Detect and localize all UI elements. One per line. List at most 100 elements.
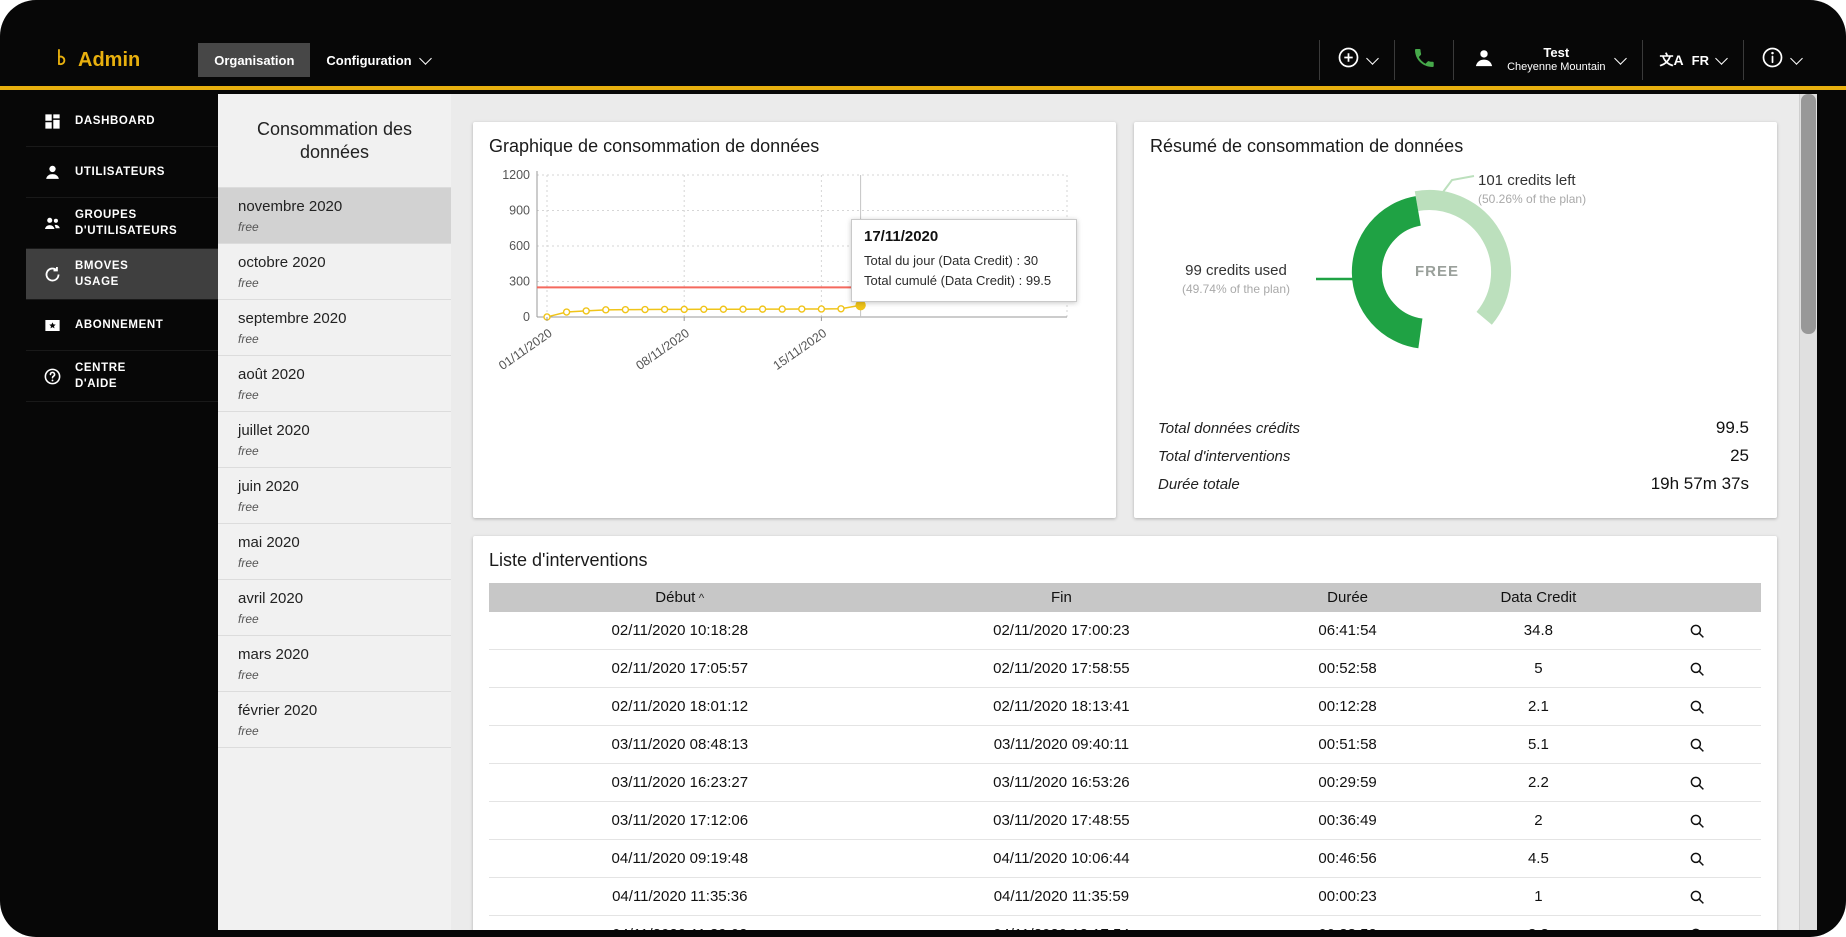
intervention-cell: 00:12:28 [1252, 687, 1443, 726]
intervention-cell: 03/11/2020 16:53:26 [870, 763, 1253, 802]
month-plan: free [238, 219, 259, 234]
consumption-chart-card: Graphique de consommation de données 0 30… [473, 122, 1116, 518]
intervention-row: 02/11/2020 17:05:57 02/11/2020 17:58:55 00… [489, 649, 1761, 688]
column-header[interactable]: Fin [870, 583, 1253, 612]
credits-left-label: 101 credits left (50.26% of the plan) [1478, 172, 1586, 206]
add-menu-button[interactable] [1319, 40, 1394, 80]
month-label: mai 2020 [238, 533, 300, 551]
intervention-cell: 04/11/2020 09:19:48 [489, 839, 871, 878]
topbar: Admin Organisation Configuration Test Ch… [0, 0, 1846, 90]
intervention-cell: 02/11/2020 17:00:23 [870, 612, 1253, 650]
tab-organisation[interactable]: Organisation [198, 43, 311, 77]
summary-total-row: Total d'interventions 25 [1158, 446, 1749, 466]
intervention-cell: 5.1 [1442, 725, 1634, 764]
svg-text:600: 600 [509, 239, 530, 253]
view-intervention-button[interactable] [1633, 649, 1761, 688]
summary-total-label: Total données crédits [1158, 420, 1301, 437]
vertical-scrollbar[interactable] [1799, 94, 1817, 930]
column-header[interactable]: Data Credit [1442, 583, 1634, 612]
chevron-down-icon [1715, 51, 1728, 65]
intervention-cell: 00:38:52 [1252, 915, 1443, 930]
intervention-row: 03/11/2020 08:48:13 03/11/2020 09:40:11 00… [489, 725, 1761, 764]
month-item[interactable]: octobre 2020 free [218, 244, 451, 300]
sidebar-item-groupes-utilisateurs[interactable]: GROUPES D'UTILISATEURS [26, 198, 218, 249]
month-plan: free [238, 723, 259, 738]
month-label: août 2020 [238, 365, 305, 383]
column-header[interactable] [1633, 583, 1761, 612]
column-header[interactable]: Début ^ [489, 583, 871, 612]
view-intervention-button[interactable] [1633, 915, 1761, 930]
sort-asc-icon: ^ [695, 591, 705, 605]
month-label: juillet 2020 [238, 421, 310, 439]
main-content: Graphique de consommation de données 0 30… [451, 94, 1799, 930]
month-item[interactable]: septembre 2020 free [218, 300, 451, 356]
intervention-cell: 03/11/2020 09:40:11 [870, 725, 1253, 764]
view-intervention-button[interactable] [1633, 687, 1761, 726]
credits-used-percent: (49.74% of the plan) [1181, 282, 1291, 296]
summary-total-row: Durée totale 19h 57m 37s [1158, 474, 1749, 494]
magnifier-icon [1688, 811, 1706, 828]
language-menu[interactable]: 文A FR [1641, 40, 1743, 80]
user-menu[interactable]: Test Cheyenne Mountain [1453, 40, 1641, 80]
magnifier-icon [1688, 697, 1706, 714]
tab-configuration[interactable]: Configuration [310, 43, 445, 77]
topbar-actions: Test Cheyenne Mountain 文A FR [1319, 38, 1818, 82]
sidebar-item-centre-aide[interactable]: CENTRE D'AIDE [26, 351, 218, 402]
phone-button[interactable] [1394, 40, 1453, 80]
subscription-icon [43, 316, 62, 335]
user-name: Cheyenne Mountain [1507, 61, 1606, 74]
sidebar-item-dashboard[interactable]: DASHBOARD [26, 96, 218, 147]
sidebar-item-abonnement[interactable]: ABONNEMENT [26, 300, 218, 351]
view-intervention-button[interactable] [1633, 725, 1761, 764]
info-menu[interactable] [1743, 40, 1818, 80]
credits-left-percent: (50.26% of the plan) [1478, 192, 1587, 206]
intervention-cell: 4.5 [1442, 839, 1634, 878]
month-label: novembre 2020 [238, 197, 343, 215]
table-header-row: Début ^ Fin Durée Data Credit [489, 583, 1761, 612]
magnifier-icon [1688, 735, 1706, 752]
phone-icon [1412, 46, 1436, 75]
intervention-cell: 03/11/2020 16:23:27 [489, 763, 871, 802]
logo-text: Admin [78, 48, 141, 71]
intervention-cell: 04/11/2020 12:17:54 [870, 915, 1253, 930]
intervention-cell: 00:51:58 [1252, 725, 1443, 764]
month-item[interactable]: août 2020 free [218, 356, 451, 412]
user-avatar-icon [1471, 45, 1497, 76]
interventions-title: Liste d'interventions [489, 550, 648, 570]
chart-area[interactable]: 0 300 600 900 1200 01/11/2020 08/11/2020 15/11/… [489, 165, 1100, 405]
month-item[interactable]: avril 2020 free [218, 580, 451, 636]
magnifier-icon [1688, 621, 1706, 638]
view-intervention-button[interactable] [1633, 612, 1761, 650]
intervention-cell: 02/11/2020 10:18:28 [489, 612, 871, 650]
svg-text:300: 300 [509, 275, 530, 289]
tab-label: Organisation [214, 52, 295, 68]
months-panel-title: Consommation des données [256, 119, 413, 163]
logo-icon [54, 46, 71, 74]
month-label: février 2020 [238, 701, 318, 719]
month-item[interactable]: février 2020 free [218, 692, 451, 748]
intervention-row: 04/11/2020 11:39:0204/11/2020 12:17:5400… [489, 915, 1761, 930]
sidebar-item-label: CENTRE D'AIDE [75, 361, 126, 390]
month-item[interactable]: mai 2020 free [218, 524, 451, 580]
chart-card-title: Graphique de consommation de données [489, 136, 820, 156]
scrollbar-thumb[interactable] [1801, 94, 1816, 334]
credits-left-value: 101 credits left [1478, 172, 1576, 189]
svg-text:08/11/2020: 08/11/2020 [633, 326, 692, 373]
month-item[interactable]: juillet 2020 free [218, 412, 451, 468]
add-circle-icon [1337, 46, 1360, 74]
month-plan: free [238, 611, 259, 626]
sidebar-item-utilisateurs[interactable]: UTILISATEURS [26, 147, 218, 198]
column-header[interactable]: Durée [1252, 583, 1443, 612]
month-item[interactable]: mars 2020 free [218, 636, 451, 692]
interventions-table: Début ^ Fin Durée Data Credit 02/11/2020 10… [489, 583, 1761, 930]
view-intervention-button[interactable] [1633, 801, 1761, 840]
sidebar-item-bmoves-usage[interactable]: BMOVES USAGE [26, 249, 218, 300]
view-intervention-button[interactable] [1633, 839, 1761, 878]
month-item[interactable]: novembre 2020 free [218, 186, 451, 244]
intervention-cell: 00:00:23 [1252, 877, 1443, 916]
view-intervention-button[interactable] [1633, 763, 1761, 802]
month-item[interactable]: juin 2020 free [218, 468, 451, 524]
view-intervention-button[interactable] [1633, 877, 1761, 916]
intervention-row: 03/11/2020 17:12:06 03/11/2020 17:48:55 00… [489, 801, 1761, 840]
intervention-cell: 03/11/2020 17:12:06 [489, 801, 871, 840]
